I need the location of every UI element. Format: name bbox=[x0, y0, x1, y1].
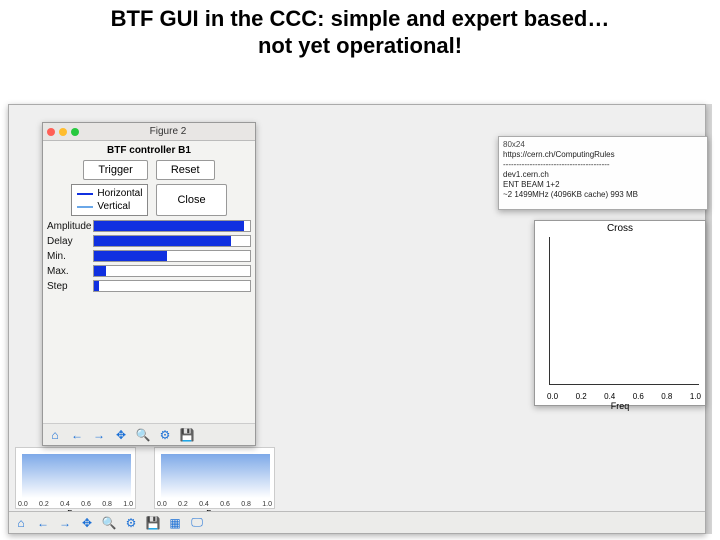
terminal-line: ---------------------------------------- bbox=[503, 160, 703, 170]
config-icon[interactable]: ⚙ bbox=[157, 427, 173, 443]
figure2-titlebar[interactable]: Figure 2 bbox=[43, 123, 255, 141]
config-icon[interactable]: ⚙ bbox=[123, 515, 139, 531]
title-line-2: not yet operational! bbox=[258, 33, 462, 58]
minimize-icon[interactable] bbox=[59, 128, 67, 136]
zoom-icon[interactable]: 🔍 bbox=[135, 427, 151, 443]
close-button[interactable]: Close bbox=[156, 184, 226, 216]
screenshot-stage: 0.0 0.2 0.4 0.6 0.8 1.0 Freq 0.0 0.2 0.4… bbox=[8, 104, 712, 534]
cross-plot-title: Cross bbox=[535, 221, 705, 236]
figure2-toolbar: ⌂ ← → ✥ 🔍 ⚙ 💾 bbox=[43, 423, 255, 445]
back-icon[interactable]: ← bbox=[35, 515, 51, 531]
screenshot-icon[interactable]: 🖵 bbox=[189, 515, 205, 531]
title-line-1: BTF GUI in the CCC: simple and expert ba… bbox=[111, 6, 610, 31]
zoom-icon[interactable]: 🔍 bbox=[101, 515, 117, 531]
slider-min[interactable]: Min. bbox=[47, 250, 251, 262]
trigger-button[interactable]: Trigger bbox=[83, 160, 147, 180]
save-icon[interactable]: 💾 bbox=[179, 427, 195, 443]
controller-title: BTF controller B1 bbox=[47, 145, 251, 156]
slider-step[interactable]: Step bbox=[47, 280, 251, 292]
mini-plot-1[interactable]: 0.0 0.2 0.4 0.6 0.8 1.0 Freq bbox=[15, 447, 136, 509]
terminal-line: ~2 1499MHz (4096KB cache) 993 MB bbox=[503, 190, 703, 200]
grid-icon[interactable]: ▦ bbox=[167, 515, 183, 531]
pan-icon[interactable]: ✥ bbox=[113, 427, 129, 443]
figure2-window: Figure 2 BTF controller B1 Trigger Reset… bbox=[42, 122, 256, 446]
slider-max[interactable]: Max. bbox=[47, 265, 251, 277]
mini-plot-1-series bbox=[22, 454, 131, 498]
pan-icon[interactable]: ✥ bbox=[79, 515, 95, 531]
terminal-line: dev1.cern.ch bbox=[503, 170, 703, 180]
mini-plot-row: 0.0 0.2 0.4 0.6 0.8 1.0 Freq 0.0 0.2 0.4… bbox=[15, 447, 275, 509]
mini-plot-2[interactable]: 0.0 0.2 0.4 0.6 0.8 1.0 Freq bbox=[154, 447, 275, 509]
terminal-line: ENT BEAM 1+2 bbox=[503, 180, 703, 190]
legend-box: Horizontal Vertical bbox=[71, 184, 148, 216]
slider-delay[interactable]: Delay bbox=[47, 235, 251, 247]
forward-icon[interactable]: → bbox=[57, 515, 73, 531]
big-figure-toolbar: ⌂ ← → ✥ 🔍 ⚙ 💾 ▦ 🖵 bbox=[9, 511, 705, 533]
legend-swatch-vertical bbox=[77, 206, 93, 208]
cross-plot-axes bbox=[549, 237, 699, 385]
legend-swatch-horizontal bbox=[77, 193, 93, 195]
cross-plot-window[interactable]: Cross 0.0 0.2 0.4 0.6 0.8 1.0 Freq bbox=[534, 220, 706, 406]
slider-amplitude[interactable]: Amplitude bbox=[47, 220, 251, 232]
cross-plot-xlabel: Freq bbox=[611, 401, 630, 411]
home-icon[interactable]: ⌂ bbox=[47, 427, 63, 443]
mini-plot-1-xticks: 0.0 0.2 0.4 0.6 0.8 1.0 bbox=[16, 501, 135, 508]
legend-vertical: Vertical bbox=[97, 201, 130, 212]
terminal-line: https://cern.ch/ComputingRules bbox=[503, 150, 703, 160]
maximize-icon[interactable] bbox=[71, 128, 79, 136]
figure2-title: Figure 2 bbox=[85, 126, 251, 137]
close-icon[interactable] bbox=[47, 128, 55, 136]
slide-title: BTF GUI in the CCC: simple and expert ba… bbox=[0, 0, 720, 60]
legend-horizontal: Horizontal bbox=[97, 188, 142, 199]
terminal-size: 80x24 bbox=[503, 140, 703, 150]
cross-plot-xticks: 0.0 0.2 0.4 0.6 0.8 1.0 bbox=[547, 392, 701, 401]
terminal-window[interactable]: 80x24 https://cern.ch/ComputingRules ---… bbox=[498, 136, 708, 210]
save-icon[interactable]: 💾 bbox=[145, 515, 161, 531]
mini-plot-2-series bbox=[161, 454, 270, 498]
forward-icon[interactable]: → bbox=[91, 427, 107, 443]
reset-button[interactable]: Reset bbox=[156, 160, 215, 180]
back-icon[interactable]: ← bbox=[69, 427, 85, 443]
home-icon[interactable]: ⌂ bbox=[13, 515, 29, 531]
mini-plot-2-xticks: 0.0 0.2 0.4 0.6 0.8 1.0 bbox=[155, 501, 274, 508]
